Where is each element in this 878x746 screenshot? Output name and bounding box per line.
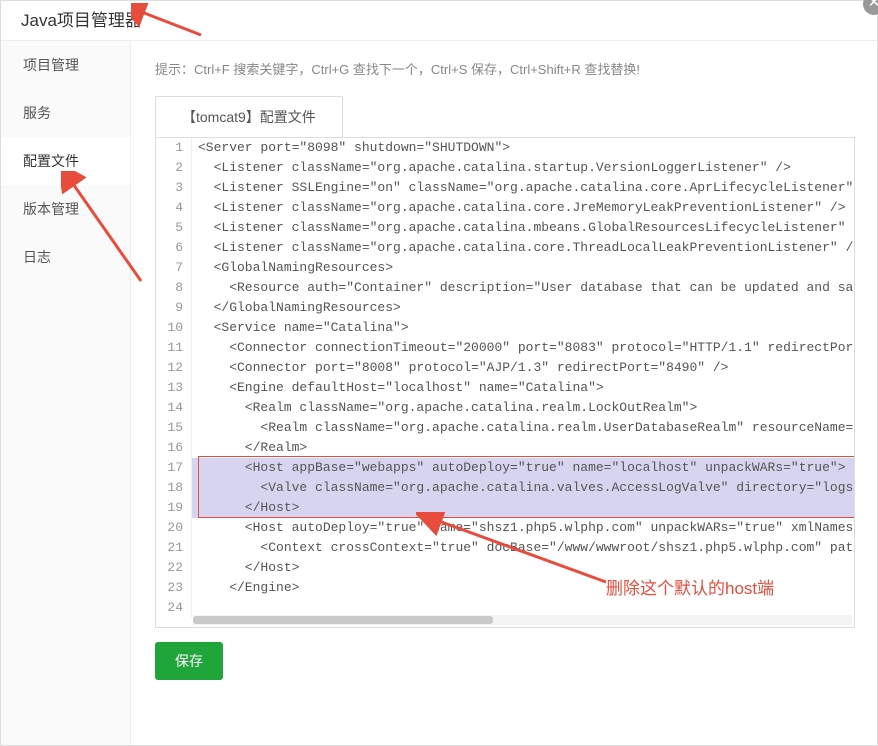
code-line[interactable]: 16 </Realm> <box>156 438 854 458</box>
line-number: 6 <box>156 238 192 258</box>
code-line[interactable]: 9 </GlobalNamingResources> <box>156 298 854 318</box>
scrollbar-thumb[interactable] <box>193 616 493 624</box>
code-line[interactable]: 4 <Listener className="org.apache.catali… <box>156 198 854 218</box>
line-content[interactable]: <Engine defaultHost="localhost" name="Ca… <box>192 378 854 398</box>
line-content[interactable]: <Listener className="org.apache.catalina… <box>192 218 854 238</box>
code-line[interactable]: 8 <Resource auth="Container" description… <box>156 278 854 298</box>
line-content[interactable]: <Listener className="org.apache.catalina… <box>192 158 854 178</box>
line-content[interactable]: <Host autoDeploy="true" name="shsz1.php5… <box>192 518 854 538</box>
line-content[interactable]: <Service name="Catalina"> <box>192 318 854 338</box>
line-number: 20 <box>156 518 192 538</box>
line-content[interactable]: </Host> <box>192 498 854 518</box>
horizontal-scrollbar[interactable] <box>193 615 852 625</box>
line-content[interactable]: <Valve className="org.apache.catalina.va… <box>192 478 854 498</box>
code-line[interactable]: 18 <Valve className="org.apache.catalina… <box>156 478 854 498</box>
sidebar-item-4[interactable]: 日志 <box>1 233 130 281</box>
sidebar-item-1[interactable]: 服务 <box>1 89 130 137</box>
code-line[interactable]: 19 </Host> <box>156 498 854 518</box>
line-number: 16 <box>156 438 192 458</box>
window-title: Java项目管理器 <box>1 1 877 41</box>
line-content[interactable]: <Realm className="org.apache.catalina.re… <box>192 398 854 418</box>
code-line[interactable]: 13 <Engine defaultHost="localhost" name=… <box>156 378 854 398</box>
line-number: 17 <box>156 458 192 478</box>
line-number: 19 <box>156 498 192 518</box>
line-content[interactable]: <Listener SSLEngine="on" className="org.… <box>192 178 854 198</box>
keyboard-hint: 提示：Ctrl+F 搜索关键字，Ctrl+G 查找下一个，Ctrl+S 保存，C… <box>155 59 855 78</box>
line-number: 22 <box>156 558 192 578</box>
sidebar-item-0[interactable]: 项目管理 <box>1 41 130 89</box>
line-content[interactable]: <Listener className="org.apache.catalina… <box>192 198 854 218</box>
line-content[interactable]: <Context crossContext="true" docBase="/w… <box>192 538 854 558</box>
line-number: 24 <box>156 598 192 618</box>
line-number: 9 <box>156 298 192 318</box>
tab-config-file[interactable]: 【tomcat9】配置文件 <box>155 96 343 137</box>
line-content[interactable]: <Server port="8098" shutdown="SHUTDOWN"> <box>192 138 854 158</box>
line-number: 18 <box>156 478 192 498</box>
line-content[interactable]: <Realm className="org.apache.catalina.re… <box>192 418 854 438</box>
code-line[interactable]: 1<Server port="8098" shutdown="SHUTDOWN"… <box>156 138 854 158</box>
line-content[interactable]: <Resource auth="Container" description="… <box>192 278 854 298</box>
line-number: 1 <box>156 138 192 158</box>
line-number: 8 <box>156 278 192 298</box>
line-number: 12 <box>156 358 192 378</box>
line-number: 23 <box>156 578 192 598</box>
line-content[interactable]: </Engine> <box>192 578 854 598</box>
line-content[interactable]: </Realm> <box>192 438 854 458</box>
code-line[interactable]: 20 <Host autoDeploy="true" name="shsz1.p… <box>156 518 854 538</box>
line-number: 11 <box>156 338 192 358</box>
line-content[interactable]: </Host> <box>192 558 854 578</box>
code-line[interactable]: 12 <Connector port="8008" protocol="AJP/… <box>156 358 854 378</box>
code-line[interactable]: 14 <Realm className="org.apache.catalina… <box>156 398 854 418</box>
line-number: 21 <box>156 538 192 558</box>
line-number: 15 <box>156 418 192 438</box>
line-content[interactable]: <Connector connectionTimeout="20000" por… <box>192 338 854 358</box>
line-number: 13 <box>156 378 192 398</box>
code-line[interactable]: 15 <Realm className="org.apache.catalina… <box>156 418 854 438</box>
code-line[interactable]: 5 <Listener className="org.apache.catali… <box>156 218 854 238</box>
sidebar-item-3[interactable]: 版本管理 <box>1 185 130 233</box>
code-line[interactable]: 21 <Context crossContext="true" docBase=… <box>156 538 854 558</box>
line-number: 4 <box>156 198 192 218</box>
line-content[interactable]: <Host appBase="webapps" autoDeploy="true… <box>192 458 854 478</box>
code-line[interactable]: 10 <Service name="Catalina"> <box>156 318 854 338</box>
code-editor[interactable]: 1<Server port="8098" shutdown="SHUTDOWN"… <box>155 138 855 628</box>
save-button[interactable]: 保存 <box>155 642 223 680</box>
line-content[interactable]: <GlobalNamingResources> <box>192 258 854 278</box>
code-line[interactable]: 11 <Connector connectionTimeout="20000" … <box>156 338 854 358</box>
code-line[interactable]: 2 <Listener className="org.apache.catali… <box>156 158 854 178</box>
tab-bar: 【tomcat9】配置文件 <box>155 96 855 138</box>
line-number: 7 <box>156 258 192 278</box>
sidebar: 项目管理服务配置文件版本管理日志 <box>1 41 131 745</box>
line-number: 10 <box>156 318 192 338</box>
line-content[interactable]: <Connector port="8008" protocol="AJP/1.3… <box>192 358 854 378</box>
code-line[interactable]: 17 <Host appBase="webapps" autoDeploy="t… <box>156 458 854 478</box>
sidebar-item-2[interactable]: 配置文件 <box>1 137 130 185</box>
code-line[interactable]: 7 <GlobalNamingResources> <box>156 258 854 278</box>
code-line[interactable]: 3 <Listener SSLEngine="on" className="or… <box>156 178 854 198</box>
code-line[interactable]: 23 </Engine> <box>156 578 854 598</box>
line-number: 5 <box>156 218 192 238</box>
line-number: 2 <box>156 158 192 178</box>
line-content[interactable]: </GlobalNamingResources> <box>192 298 854 318</box>
line-number: 14 <box>156 398 192 418</box>
code-line[interactable]: 6 <Listener className="org.apache.catali… <box>156 238 854 258</box>
line-number: 3 <box>156 178 192 198</box>
line-content[interactable]: <Listener className="org.apache.catalina… <box>192 238 854 258</box>
code-line[interactable]: 22 </Host> <box>156 558 854 578</box>
